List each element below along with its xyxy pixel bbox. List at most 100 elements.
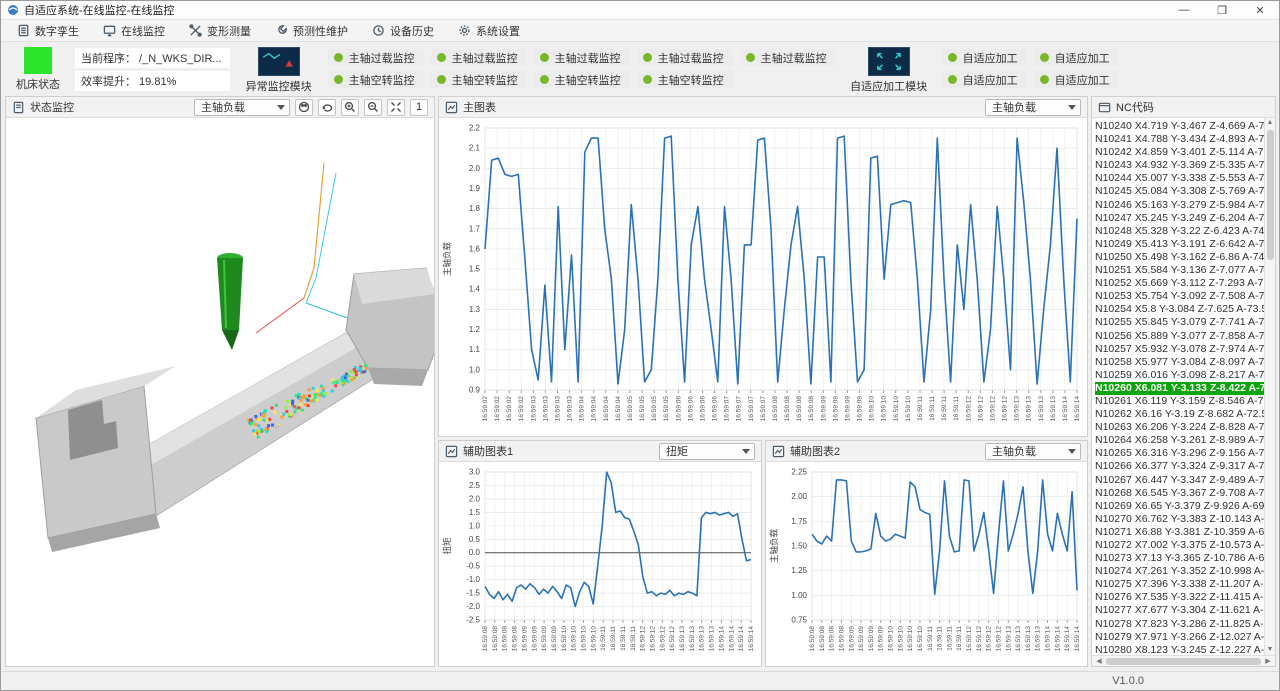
nc-code-line[interactable]: N10265 X6.316 Y-3.296 Z-9.156 A-71.771 xyxy=(1095,447,1264,460)
nc-code-line[interactable]: N10258 X5.977 Y-3.084 Z-8.097 A-73.138 xyxy=(1095,356,1264,369)
horizontal-scroll-thumb[interactable] xyxy=(1106,658,1261,665)
aux-chart2-signal-dropdown[interactable]: 主轴负载 xyxy=(985,443,1081,460)
nc-code-line[interactable]: N10240 X4.719 Y-3.467 Z-4.669 A-76.396 xyxy=(1095,120,1264,133)
nc-code-line[interactable]: N10262 X6.16 Y-3.19 Z-8.682 A-72.534 C xyxy=(1095,408,1264,421)
close-button[interactable]: ✕ xyxy=(1241,1,1279,19)
svg-text:主轴负载: 主轴负载 xyxy=(442,242,452,277)
overload-badge: 主轴过载监控 xyxy=(534,49,630,66)
nc-code-line[interactable]: N10266 X6.377 Y-3.324 Z-9.317 A-71.443 xyxy=(1095,460,1264,473)
menu-device-history[interactable]: 设备历史 xyxy=(362,21,444,41)
svg-text:16:59:13: 16:59:13 xyxy=(679,626,686,652)
nc-code-line[interactable]: N10263 X6.206 Y-3.224 Z-8.828 A-72.33 C xyxy=(1095,421,1264,434)
scroll-down-icon[interactable]: ▼ xyxy=(1267,645,1274,655)
svg-text:16:59:08: 16:59:08 xyxy=(808,396,815,422)
nc-code-line[interactable]: N10261 X6.119 Y-3.159 Z-8.546 A-72.701 xyxy=(1095,395,1264,408)
nc-code-line[interactable]: N10260 X6.081 Y-3.133 Z-8.422 A-72.835 xyxy=(1095,382,1264,395)
nc-code-line[interactable]: N10264 X6.258 Y-3.261 Z-8.989 A-72.072 xyxy=(1095,434,1264,447)
nc-vertical-scrollbar[interactable]: ▲ ▼ xyxy=(1264,118,1275,655)
nc-code-panel: NC代码 N10240 X4.719 Y-3.467 Z-4.669 A-76.… xyxy=(1091,96,1276,667)
svg-text:1.0: 1.0 xyxy=(469,521,481,530)
svg-text:-2.5: -2.5 xyxy=(466,616,480,625)
nc-code-list[interactable]: N10240 X4.719 Y-3.467 Z-4.669 A-76.396N1… xyxy=(1092,118,1264,655)
nc-code-line[interactable]: N10274 X7.261 Y-3.352 Z-10.998 A-66.67 xyxy=(1095,565,1264,578)
svg-text:16:59:13: 16:59:13 xyxy=(1014,396,1021,422)
palette-button[interactable] xyxy=(295,99,313,116)
viewport-signal-dropdown[interactable]: 主轴负载 xyxy=(194,99,290,116)
nc-code-line[interactable]: N10244 X5.007 Y-3.338 Z-5.553 A-75.297 xyxy=(1095,172,1264,185)
nc-code-line[interactable]: N10245 X5.084 Y-3.308 Z-5.769 A-75.088 xyxy=(1095,185,1264,198)
nc-code-line[interactable]: N10250 X5.498 Y-3.162 Z-6.86 A-74.178 C xyxy=(1095,251,1264,264)
scroll-up-icon[interactable]: ▲ xyxy=(1267,118,1274,128)
scroll-left-icon[interactable]: ◀ xyxy=(1094,657,1104,665)
nc-code-line[interactable]: N10243 X4.932 Y-3.369 Z-5.335 A-75.523 xyxy=(1095,159,1264,172)
nc-code-line[interactable]: N10249 X5.413 Y-3.191 Z-6.642 A-74.346 xyxy=(1095,238,1264,251)
main-chart-plot[interactable]: 16:59:0216:59:0216:59:0216:59:0216:59:03… xyxy=(439,118,1087,436)
nc-horizontal-scrollbar[interactable]: ◀ ▶ xyxy=(1092,655,1275,666)
nc-code-line[interactable]: N10278 X7.823 Y-3.286 Z-11.825 A-63.73 xyxy=(1095,618,1264,631)
menu-deformation-measure[interactable]: 变形测量 xyxy=(179,21,261,41)
vertical-scroll-thumb[interactable] xyxy=(1267,130,1274,260)
nc-code-line[interactable]: N10276 X7.535 Y-3.322 Z-11.415 A-65.22 xyxy=(1095,591,1264,604)
fit-view-button[interactable] xyxy=(387,99,405,116)
nc-code-line[interactable]: N10248 X5.328 Y-3.22 Z-6.423 A-74.52 C xyxy=(1095,225,1264,238)
scale-value-button[interactable]: 1 xyxy=(410,99,428,116)
green-dot-icon xyxy=(746,53,755,62)
svg-text:16:59:11: 16:59:11 xyxy=(600,626,607,651)
nc-code-line[interactable]: N10277 X7.677 Y-3.304 Z-11.621 A-64.48 xyxy=(1095,604,1264,617)
zoom-out-button[interactable] xyxy=(364,99,382,116)
svg-text:16:59:07: 16:59:07 xyxy=(760,396,767,422)
aux-chart1-signal-dropdown[interactable]: 扭矩 xyxy=(659,443,755,460)
nc-code-line[interactable]: N10279 X7.971 Y-3.266 Z-12.027 A-62.98 xyxy=(1095,631,1264,644)
svg-text:16:59:12: 16:59:12 xyxy=(986,626,993,652)
machined-part-render xyxy=(6,118,434,666)
nc-code-line[interactable]: N10253 X5.754 Y-3.092 Z-7.508 A-73.677 xyxy=(1095,290,1264,303)
scroll-right-icon[interactable]: ▶ xyxy=(1263,657,1273,665)
nc-code-line[interactable]: N10259 X6.016 Y-3.098 Z-8.217 A-73.036 xyxy=(1095,369,1264,382)
aux-chart2-panel: 辅助图表2 主轴负载 16:59:0816:59:0816:59:0816:59… xyxy=(765,440,1088,667)
nc-code-line[interactable]: N10251 X5.584 Y-3.136 Z-7.077 A-74.012 xyxy=(1095,264,1264,277)
version-label: V1.0.0 xyxy=(1112,675,1144,687)
nc-code-line[interactable]: N10256 X5.889 Y-3.077 Z-7.858 A-73.348 xyxy=(1095,330,1264,343)
nc-code-line[interactable]: N10273 X7.13 Y-3.365 Z-10.786 A-67.372 xyxy=(1095,552,1264,565)
nc-code-line[interactable]: N10280 X8.123 Y-3.245 Z-12.227 A-62.23 xyxy=(1095,644,1264,655)
line-chart-icon xyxy=(772,445,785,458)
svg-text:16:59:09: 16:59:09 xyxy=(521,626,528,652)
aux-chart2-plot[interactable]: 16:59:0816:59:0816:59:0816:59:0816:59:09… xyxy=(766,462,1087,666)
nc-code-line[interactable]: N10271 X6.88 Y-3.381 Z-10.359 A-68.711 xyxy=(1095,526,1264,539)
nc-code-line[interactable]: N10272 X7.002 Y-3.375 Z-10.573 A-68.05 xyxy=(1095,539,1264,552)
nc-code-line[interactable]: N10241 X4.788 Y-3.434 Z-4.893 A-76.062 xyxy=(1095,133,1264,146)
nc-code-line[interactable]: N10269 X6.65 Y-3.379 Z-9.926 A-69.947 C xyxy=(1095,500,1264,513)
nc-code-line[interactable]: N10255 X5.845 Y-3.079 Z-7.741 A-73.458 xyxy=(1095,316,1264,329)
minimize-button[interactable]: — xyxy=(1165,1,1203,19)
svg-text:0.9: 0.9 xyxy=(469,386,481,395)
nc-code-line[interactable]: N10247 X5.245 Y-3.249 Z-6.204 A-74.701 xyxy=(1095,212,1264,225)
nc-code-line[interactable]: N10246 X5.163 Y-3.279 Z-5.984 A-74.892 xyxy=(1095,199,1264,212)
nc-code-line[interactable]: N10252 X5.669 Y-3.112 Z-7.293 A-73.844 xyxy=(1095,277,1264,290)
nc-code-line[interactable]: N10254 X5.8 Y-3.084 Z-7.625 A-73.571 C xyxy=(1095,303,1264,316)
nc-code-line[interactable]: N10267 X6.447 Y-3.347 Z-9.489 A-71.055 xyxy=(1095,474,1264,487)
main-chart-signal-dropdown[interactable]: 主轴负载 xyxy=(985,99,1081,116)
palette-icon xyxy=(298,101,310,113)
svg-text:16:59:04: 16:59:04 xyxy=(615,396,622,422)
nc-code-line[interactable]: N10257 X5.932 Y-3.078 Z-7.974 A-73.243 xyxy=(1095,343,1264,356)
menu-digital-twin[interactable]: 数字孪生 xyxy=(7,21,89,41)
menu-predictive-maintenance[interactable]: 预测性维护 xyxy=(265,21,358,41)
svg-text:16:59:08: 16:59:08 xyxy=(796,396,803,422)
menu-system-settings[interactable]: 系统设置 xyxy=(448,21,530,41)
restore-button[interactable]: ❐ xyxy=(1203,1,1241,19)
nc-code-line[interactable]: N10275 X7.396 Y-3.338 Z-11.207 A-65.95 xyxy=(1095,578,1264,591)
nc-code-line[interactable]: N10242 X4.859 Y-3.401 Z-5.114 A-75.775 xyxy=(1095,146,1264,159)
adaptive-machining-module[interactable]: 自适应加工模块 xyxy=(846,47,932,94)
zoom-in-button[interactable] xyxy=(341,99,359,116)
rotate-view-button[interactable] xyxy=(318,99,336,116)
nc-code-line[interactable]: N10270 X6.762 Y-3.383 Z-10.143 A-69.34 xyxy=(1095,513,1264,526)
idle-badge: 主轴空转监控 xyxy=(328,71,424,88)
nc-code-line[interactable]: N10268 X6.545 Y-3.367 Z-9.708 A-70.519 xyxy=(1095,487,1264,500)
machine-state-label: 机床状态 xyxy=(16,76,60,92)
app-logo-icon xyxy=(7,4,19,16)
menu-online-monitor[interactable]: 在线监控 xyxy=(93,21,175,41)
3d-model-viewport[interactable] xyxy=(6,118,434,666)
svg-text:0.0: 0.0 xyxy=(469,548,481,557)
abnormal-monitor-module[interactable]: 异常监控模块 xyxy=(240,47,318,94)
aux-chart1-plot[interactable]: 16:59:0816:59:0816:59:0816:59:0816:59:09… xyxy=(439,462,761,666)
